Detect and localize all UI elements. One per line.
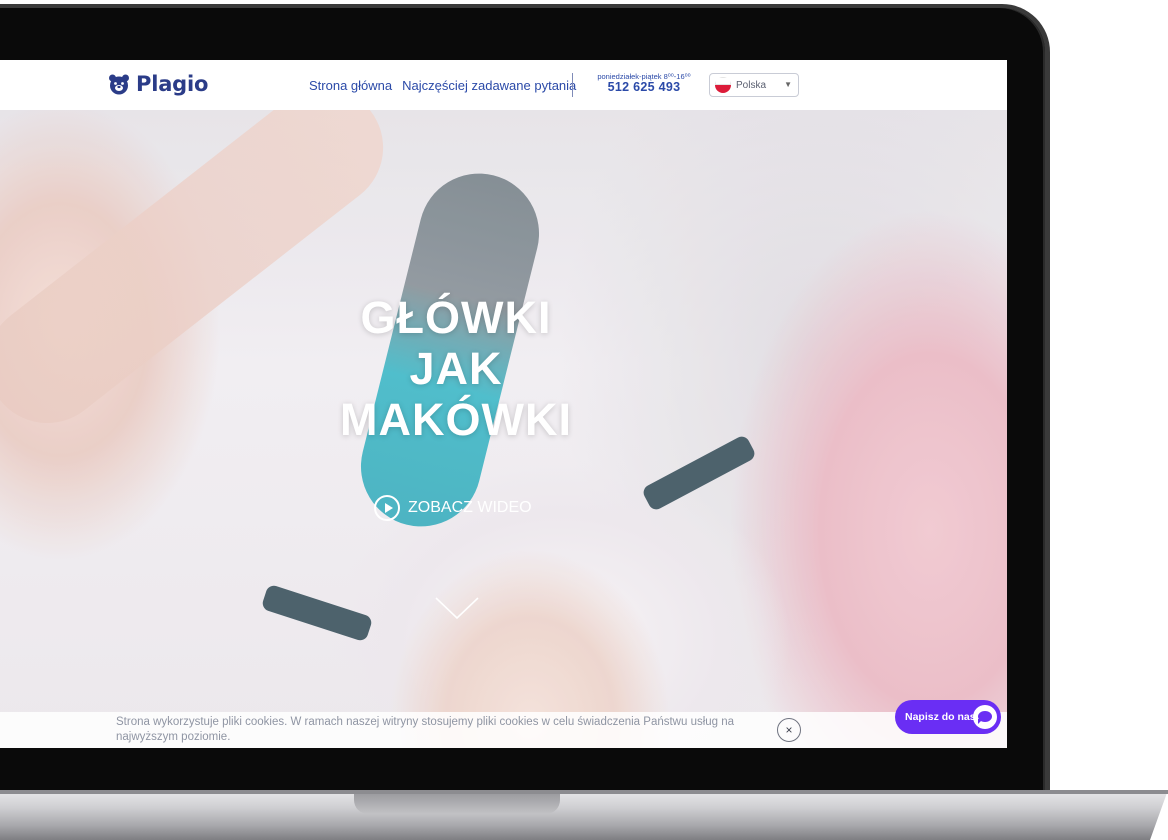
play-icon [374, 495, 400, 521]
chat-button[interactable]: Napisz do nas [895, 700, 1001, 734]
phone-number[interactable]: 512 625 493 [585, 81, 703, 94]
cookie-bar: Strona wykorzystuje pliki cookies. W ram… [0, 712, 1007, 748]
scroll-down-chevron-icon[interactable] [434, 596, 480, 620]
language-select[interactable]: Polska ▼ [709, 73, 799, 97]
hero-title-line: JAK [409, 343, 503, 394]
laptop-screen: Plagio Strona główna Najczęściej zadawan… [0, 60, 1007, 748]
hero-title-line: MAKÓWKI [340, 394, 572, 445]
laptop-notch [354, 794, 560, 814]
laptop-base [0, 790, 1168, 840]
main-nav: Strona główna Najczęściej zadawane pytan… [309, 78, 576, 93]
hero-title-line: GŁÓWKI [360, 292, 552, 343]
cookie-text: Strona wykorzystuje pliki cookies. W ram… [116, 716, 735, 743]
watch-video-button[interactable]: ZOBACZ WIDEO [374, 494, 532, 522]
language-select-value: Polska [736, 79, 767, 91]
bear-logo-icon [109, 74, 129, 95]
site-header: Plagio Strona główna Najczęściej zadawan… [0, 60, 1007, 110]
logo-link[interactable]: Plagio [108, 72, 208, 96]
poland-flag-icon [715, 77, 731, 93]
cookie-close-button[interactable]: × [777, 718, 801, 742]
close-icon: × [785, 723, 793, 737]
nav-divider [572, 73, 573, 97]
nav-item-faq[interactable]: Najczęściej zadawane pytania [402, 78, 576, 93]
laptop-base-hinge [0, 790, 1168, 794]
hero-title: GŁÓWKI JAK MAKÓWKI [306, 292, 606, 445]
contact-phone-block[interactable]: poniedziałek-piątek 8⁰⁰-16⁰⁰ 512 625 493 [585, 72, 703, 94]
chat-bubble-icon [973, 705, 997, 729]
nav-item-home[interactable]: Strona główna [309, 78, 392, 93]
chat-button-label: Napisz do nas [905, 711, 976, 723]
watch-video-label: ZOBACZ WIDEO [408, 499, 532, 516]
chevron-down-icon: ▼ [784, 80, 792, 89]
logo-text: Plagio [136, 72, 209, 96]
